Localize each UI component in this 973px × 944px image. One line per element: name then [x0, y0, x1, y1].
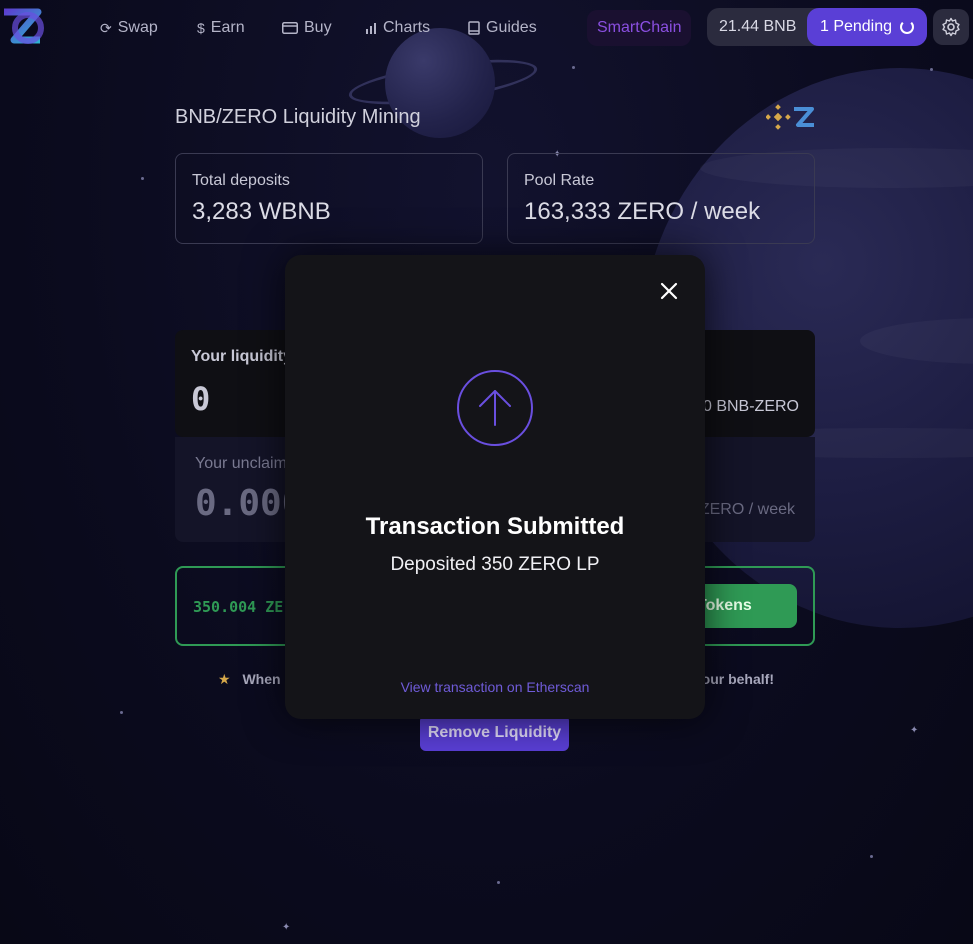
bar-chart-icon: [366, 23, 376, 34]
stat-label: Pool Rate: [524, 172, 595, 189]
total-deposits-card: Total deposits 3,283 WBNB: [175, 153, 483, 244]
pending-label: 1 Pending: [819, 18, 893, 35]
liquidity-value: 0: [191, 380, 211, 418]
nav-swap[interactable]: ⟳ Swap: [100, 16, 158, 40]
modal-title: Transaction Submitted: [365, 513, 625, 540]
gear-icon: [942, 17, 960, 37]
nav-guides-label: Guides: [486, 19, 537, 36]
close-icon[interactable]: [659, 281, 679, 301]
note-text-end: our behalf!: [701, 671, 774, 687]
dollar-icon: $: [197, 20, 205, 36]
nav-earn-label: Earn: [210, 19, 245, 36]
refresh-icon: ⟳: [100, 19, 112, 36]
card-icon: [282, 22, 298, 34]
stat-value: 163,333 ZERO / week: [524, 198, 761, 225]
nav-buy-label: Buy: [304, 19, 332, 36]
unclaimed-label: Your unclaim: [195, 455, 287, 472]
remove-liquidity-button[interactable]: Remove Liquidity: [420, 715, 569, 751]
liquidity-label: Your liquidity: [191, 348, 293, 365]
note-text-start: When: [242, 671, 281, 687]
page-title: BNB/ZERO Liquidity Mining: [175, 106, 421, 128]
modal-subtitle: Deposited 350 ZERO LP: [390, 554, 600, 575]
star-icon: ✦: [282, 922, 291, 933]
wallet-balance: 21.44 BNB: [719, 18, 797, 35]
pending-transactions-button[interactable]: 1 Pending: [807, 8, 927, 46]
loading-spinner-icon: [900, 20, 915, 34]
nav-buy[interactable]: Buy: [282, 16, 332, 40]
liquidity-pair: 0 BNB-ZERO: [702, 398, 799, 415]
nav-swap-label: Swap: [117, 19, 158, 36]
view-on-etherscan-link[interactable]: View transaction on Etherscan: [285, 679, 705, 695]
lp-balance: 350.004 ZE: [193, 598, 284, 616]
arrow-up-circle-icon: [457, 370, 533, 446]
settings-button[interactable]: [933, 9, 969, 45]
stat-label: Total deposits: [192, 172, 290, 189]
pool-rate-card: Pool Rate 163,333 ZERO / week: [507, 153, 815, 244]
wallet-status[interactable]: 21.44 BNB 1 Pending: [707, 8, 927, 46]
bnb-zero-pair-icon: [766, 104, 814, 130]
stat-value: 3,283 WBNB: [192, 198, 331, 225]
star-icon: ★: [218, 671, 231, 687]
unclaimed-rate: ZERO / week: [699, 501, 795, 518]
nav-guides[interactable]: Guides: [468, 16, 537, 40]
network-selector[interactable]: SmartChain: [587, 10, 692, 46]
book-icon: [468, 21, 480, 35]
transaction-submitted-modal: Transaction Submitted Deposited 350 ZERO…: [285, 255, 705, 719]
top-navigation-bar: ⟳ Swap $ Earn Buy Charts Guides SmartCha…: [0, 0, 973, 56]
nav-charts[interactable]: Charts: [365, 16, 430, 40]
nav-charts-label: Charts: [383, 19, 431, 36]
nav-earn[interactable]: $ Earn: [197, 16, 245, 40]
star-icon: ✦: [910, 725, 919, 736]
zero-logo-icon[interactable]: [0, 4, 46, 50]
